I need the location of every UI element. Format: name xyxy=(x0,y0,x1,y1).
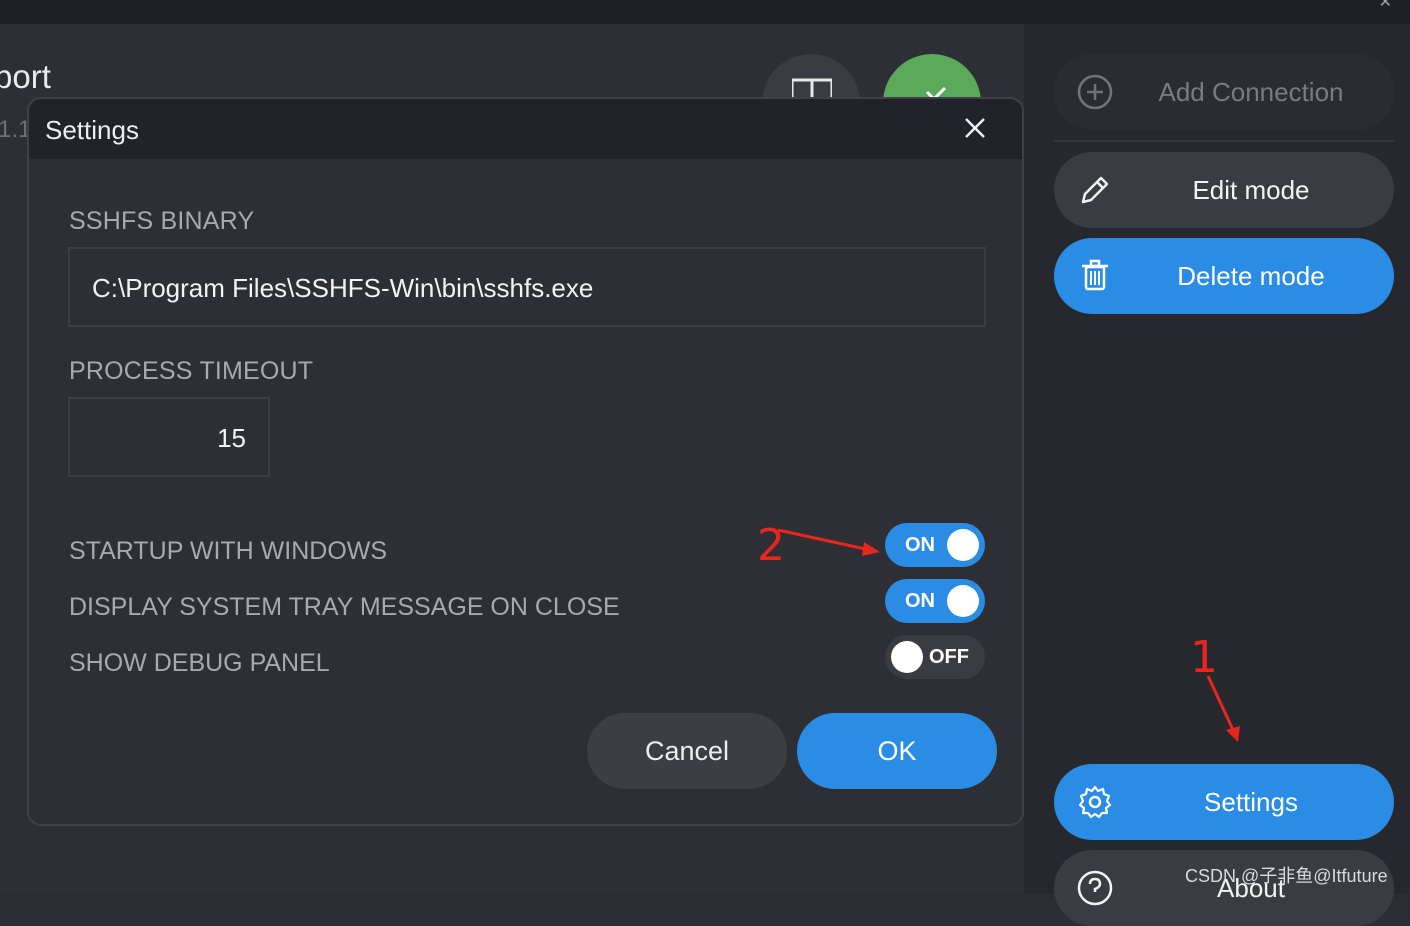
close-icon[interactable] xyxy=(958,111,992,145)
startup-with-windows-label: STARTUP WITH WINDOWS xyxy=(69,537,388,565)
toggle-state-text: ON xyxy=(905,534,935,556)
add-connection-button[interactable]: Add Connection xyxy=(1054,54,1394,130)
settings-dialog: Settings SSHFS BINARY C:\Program Files\S… xyxy=(27,97,1024,826)
sidebar-divider xyxy=(1054,140,1394,142)
debug-panel-label: SHOW DEBUG PANEL xyxy=(69,649,330,677)
dialog-header: Settings xyxy=(29,99,1022,159)
toggle-knob xyxy=(947,529,979,561)
debug-panel-toggle[interactable]: OFF xyxy=(885,635,985,679)
process-timeout-value: 15 xyxy=(217,423,246,453)
toggle-state-text: OFF xyxy=(929,646,969,668)
toggle-knob xyxy=(891,641,923,673)
edit-mode-button[interactable]: Edit mode xyxy=(1054,152,1394,228)
edit-mode-label: Edit mode xyxy=(1192,174,1310,205)
annotation-arrow-1 xyxy=(1206,675,1240,742)
process-timeout-label: PROCESS TIMEOUT xyxy=(69,357,314,385)
settings-button[interactable]: Settings xyxy=(1054,764,1394,840)
toggle-state-text: ON xyxy=(905,590,935,612)
annotation-arrow-2 xyxy=(777,528,880,556)
window-close-icon[interactable]: ✕ xyxy=(1379,0,1392,11)
settings-label: Settings xyxy=(1204,786,1298,817)
process-timeout-input[interactable]: 15 xyxy=(68,397,270,477)
add-connection-label: Add Connection xyxy=(1158,76,1344,107)
delete-mode-button[interactable]: Delete mode xyxy=(1054,238,1394,314)
tray-message-label: DISPLAY SYSTEM TRAY MESSAGE ON CLOSE xyxy=(69,593,620,621)
window-titlebar: ✕ xyxy=(0,0,1410,24)
startup-with-windows-toggle[interactable]: ON xyxy=(885,523,985,567)
tray-message-toggle[interactable]: ON xyxy=(885,579,985,623)
dialog-title: Settings xyxy=(45,115,139,145)
cancel-button[interactable]: Cancel xyxy=(587,713,787,789)
sshfs-binary-input[interactable]: C:\Program Files\SSHFS-Win\bin\sshfs.exe xyxy=(68,247,986,327)
ok-button[interactable]: OK xyxy=(797,713,997,789)
watermark: CSDN @子非鱼@Itfuture xyxy=(1185,866,1388,886)
toggle-knob xyxy=(947,585,979,617)
delete-mode-label: Delete mode xyxy=(1177,260,1325,291)
sshfs-binary-label: SSHFS BINARY xyxy=(69,207,255,235)
sshfs-binary-value: C:\Program Files\SSHFS-Win\bin\sshfs.exe xyxy=(92,273,594,303)
app-title: port xyxy=(0,58,51,95)
